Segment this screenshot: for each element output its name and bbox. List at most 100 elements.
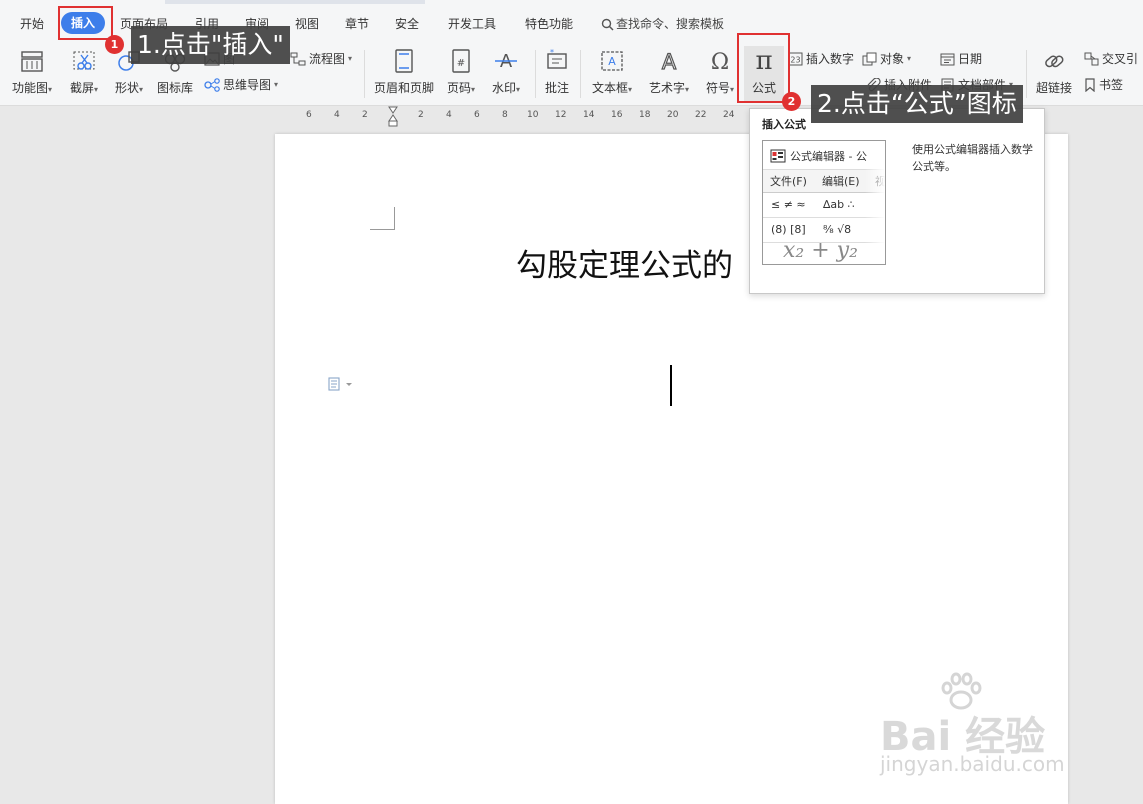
cross-reference-label: 交叉引 <box>1102 52 1139 66</box>
flowchart-icon <box>290 52 306 65</box>
shapes-label: 形状 <box>114 81 139 95</box>
tooltip-title: 插入公式 <box>762 118 806 131</box>
screenshot-label: 截屏 <box>69 81 94 95</box>
page-number-button[interactable]: # 页码▾ <box>442 48 480 96</box>
ruler-tick: 22 <box>695 110 707 120</box>
link-icon <box>1045 55 1064 68</box>
step1-highlight-box <box>58 6 113 40</box>
tab-developer[interactable]: 开发工具 <box>448 15 496 32</box>
insert-number-button[interactable]: 23 插入数字 <box>788 50 854 67</box>
hyperlink-label: 超链接 <box>1035 81 1072 95</box>
ruler-tick: 4 <box>334 110 340 120</box>
screenshot-button[interactable]: 截屏▾ <box>64 48 104 96</box>
calendar-icon <box>940 53 955 65</box>
horizontal-ruler[interactable]: 6 4 2 2 4 6 8 10 12 14 16 18 20 22 24 <box>296 106 766 128</box>
ruler-tick: 6 <box>474 110 480 120</box>
bookmark-button[interactable]: 书签 <box>1084 76 1123 93</box>
page-number-icon: # <box>452 49 470 73</box>
watermark-label: 水印 <box>491 81 516 95</box>
number-icon: 23 <box>788 52 803 65</box>
formula-editor-icon <box>770 149 786 163</box>
preview-menu-file: 文件(F) <box>770 175 807 188</box>
symbol-label: 符号 <box>705 81 730 95</box>
search-label: 查找命令、搜索模板 <box>616 17 725 31</box>
step1-callout: 1.点击"插入" <box>131 26 290 64</box>
wordart-button[interactable]: A 艺术字▾ <box>644 48 694 96</box>
indent-marker-icon[interactable] <box>388 106 398 128</box>
preview-equation: x₂ + y₂ <box>783 238 858 263</box>
tab-home[interactable]: 开始 <box>20 15 44 32</box>
ruler-tick: 8 <box>502 110 508 120</box>
function-chart-button[interactable]: 功能图▾ <box>8 48 56 96</box>
document-title[interactable]: 勾股定理公式的 <box>516 240 733 285</box>
comment-icon: * <box>547 49 567 69</box>
ruler-tick: 16 <box>611 110 623 120</box>
ribbon-divider <box>580 50 581 98</box>
svg-text:#: # <box>457 58 465 69</box>
svg-text:*: * <box>550 49 554 57</box>
comment-label: 批注 <box>544 81 569 95</box>
preview-menu-edit: 编辑(E) <box>822 175 860 188</box>
preview-window-title: 公式编辑器 - 公 <box>770 148 867 164</box>
omega-icon: Ω <box>711 50 729 73</box>
command-search[interactable]: 查找命令、搜索模板 <box>601 15 724 32</box>
header-footer-label: 页眉和页脚 <box>373 81 434 95</box>
function-chart-icon <box>21 51 43 72</box>
ruler-tick: 24 <box>723 110 735 120</box>
ribbon-divider <box>1026 50 1027 98</box>
cross-reference-button[interactable]: 交叉引 <box>1084 50 1138 67</box>
preview-symbol-group: ≤ ≠ ≈ <box>771 198 806 211</box>
ruler-tick: 20 <box>667 110 679 120</box>
step1-badge: 1 <box>105 35 124 54</box>
scissors-icon <box>73 51 95 70</box>
mindmap-label: 思维导图 <box>223 78 272 92</box>
title-strip <box>165 0 425 4</box>
watermark-icon: A <box>495 51 517 72</box>
page-number-label: 页码 <box>446 81 471 95</box>
svg-text:A: A <box>608 55 616 68</box>
mindmap-button[interactable]: 思维导图 ▾ <box>204 76 278 93</box>
bookmark-label: 书签 <box>1099 78 1124 92</box>
svg-text:Ω: Ω <box>711 50 729 73</box>
icon-library-label: 图标库 <box>156 81 193 95</box>
tooltip-description: 使用公式编辑器插入数学公式等。 <box>912 143 1033 173</box>
insert-number-label: 插入数字 <box>806 52 855 66</box>
symbol-button[interactable]: Ω 符号▾ <box>700 48 740 96</box>
ribbon-divider <box>535 50 536 98</box>
formula-editor-preview: 公式编辑器 - 公 文件(F) 编辑(E) 视 ≤ ≠ ≈ ∆ab ∴ (8) … <box>762 140 886 265</box>
tab-features[interactable]: 特色功能 <box>525 15 573 32</box>
search-icon <box>601 18 614 31</box>
bookmark-icon <box>1085 77 1095 92</box>
ruler-tick: 14 <box>583 110 595 120</box>
ruler-tick: 12 <box>555 110 567 120</box>
comment-button[interactable]: * 批注 <box>540 48 574 96</box>
hyperlink-button[interactable]: 超链接 <box>1032 48 1076 96</box>
wordart-icon: A <box>661 49 677 73</box>
tab-view[interactable]: 视图 <box>295 15 319 32</box>
object-label: 对象 <box>880 52 905 66</box>
paragraph-options-icon[interactable] <box>327 376 355 396</box>
preview-fade <box>865 141 885 264</box>
step2-highlight-box <box>737 33 790 103</box>
ruler-tick: 2 <box>418 110 424 120</box>
object-button[interactable]: 对象 ▾ <box>862 50 911 67</box>
textbox-button[interactable]: A 文本框▾ <box>588 48 636 96</box>
margin-corner-mark <box>370 207 395 230</box>
tab-security[interactable]: 安全 <box>395 15 419 32</box>
ruler-tick: 18 <box>639 110 651 120</box>
date-label: 日期 <box>958 52 983 66</box>
header-footer-icon <box>395 49 413 73</box>
date-button[interactable]: 日期 <box>940 50 982 67</box>
step2-callout: 2.点击“公式”图标 <box>811 85 1023 123</box>
text-cursor <box>670 365 672 406</box>
cross-reference-icon <box>1084 52 1099 65</box>
flowchart-button[interactable]: 流程图 ▾ <box>290 50 352 67</box>
watermark-button[interactable]: A 水印▾ <box>486 48 526 96</box>
header-footer-button[interactable]: 页眉和页脚 <box>372 48 436 96</box>
textbox-label: 文本框 <box>591 81 628 95</box>
wordart-label: 艺术字 <box>648 81 685 95</box>
ruler-tick: 2 <box>362 110 368 120</box>
tab-chapter[interactable]: 章节 <box>345 15 369 32</box>
watermark-url: jingyan.baidu.com <box>880 752 1065 776</box>
ruler-tick: 6 <box>306 110 312 120</box>
